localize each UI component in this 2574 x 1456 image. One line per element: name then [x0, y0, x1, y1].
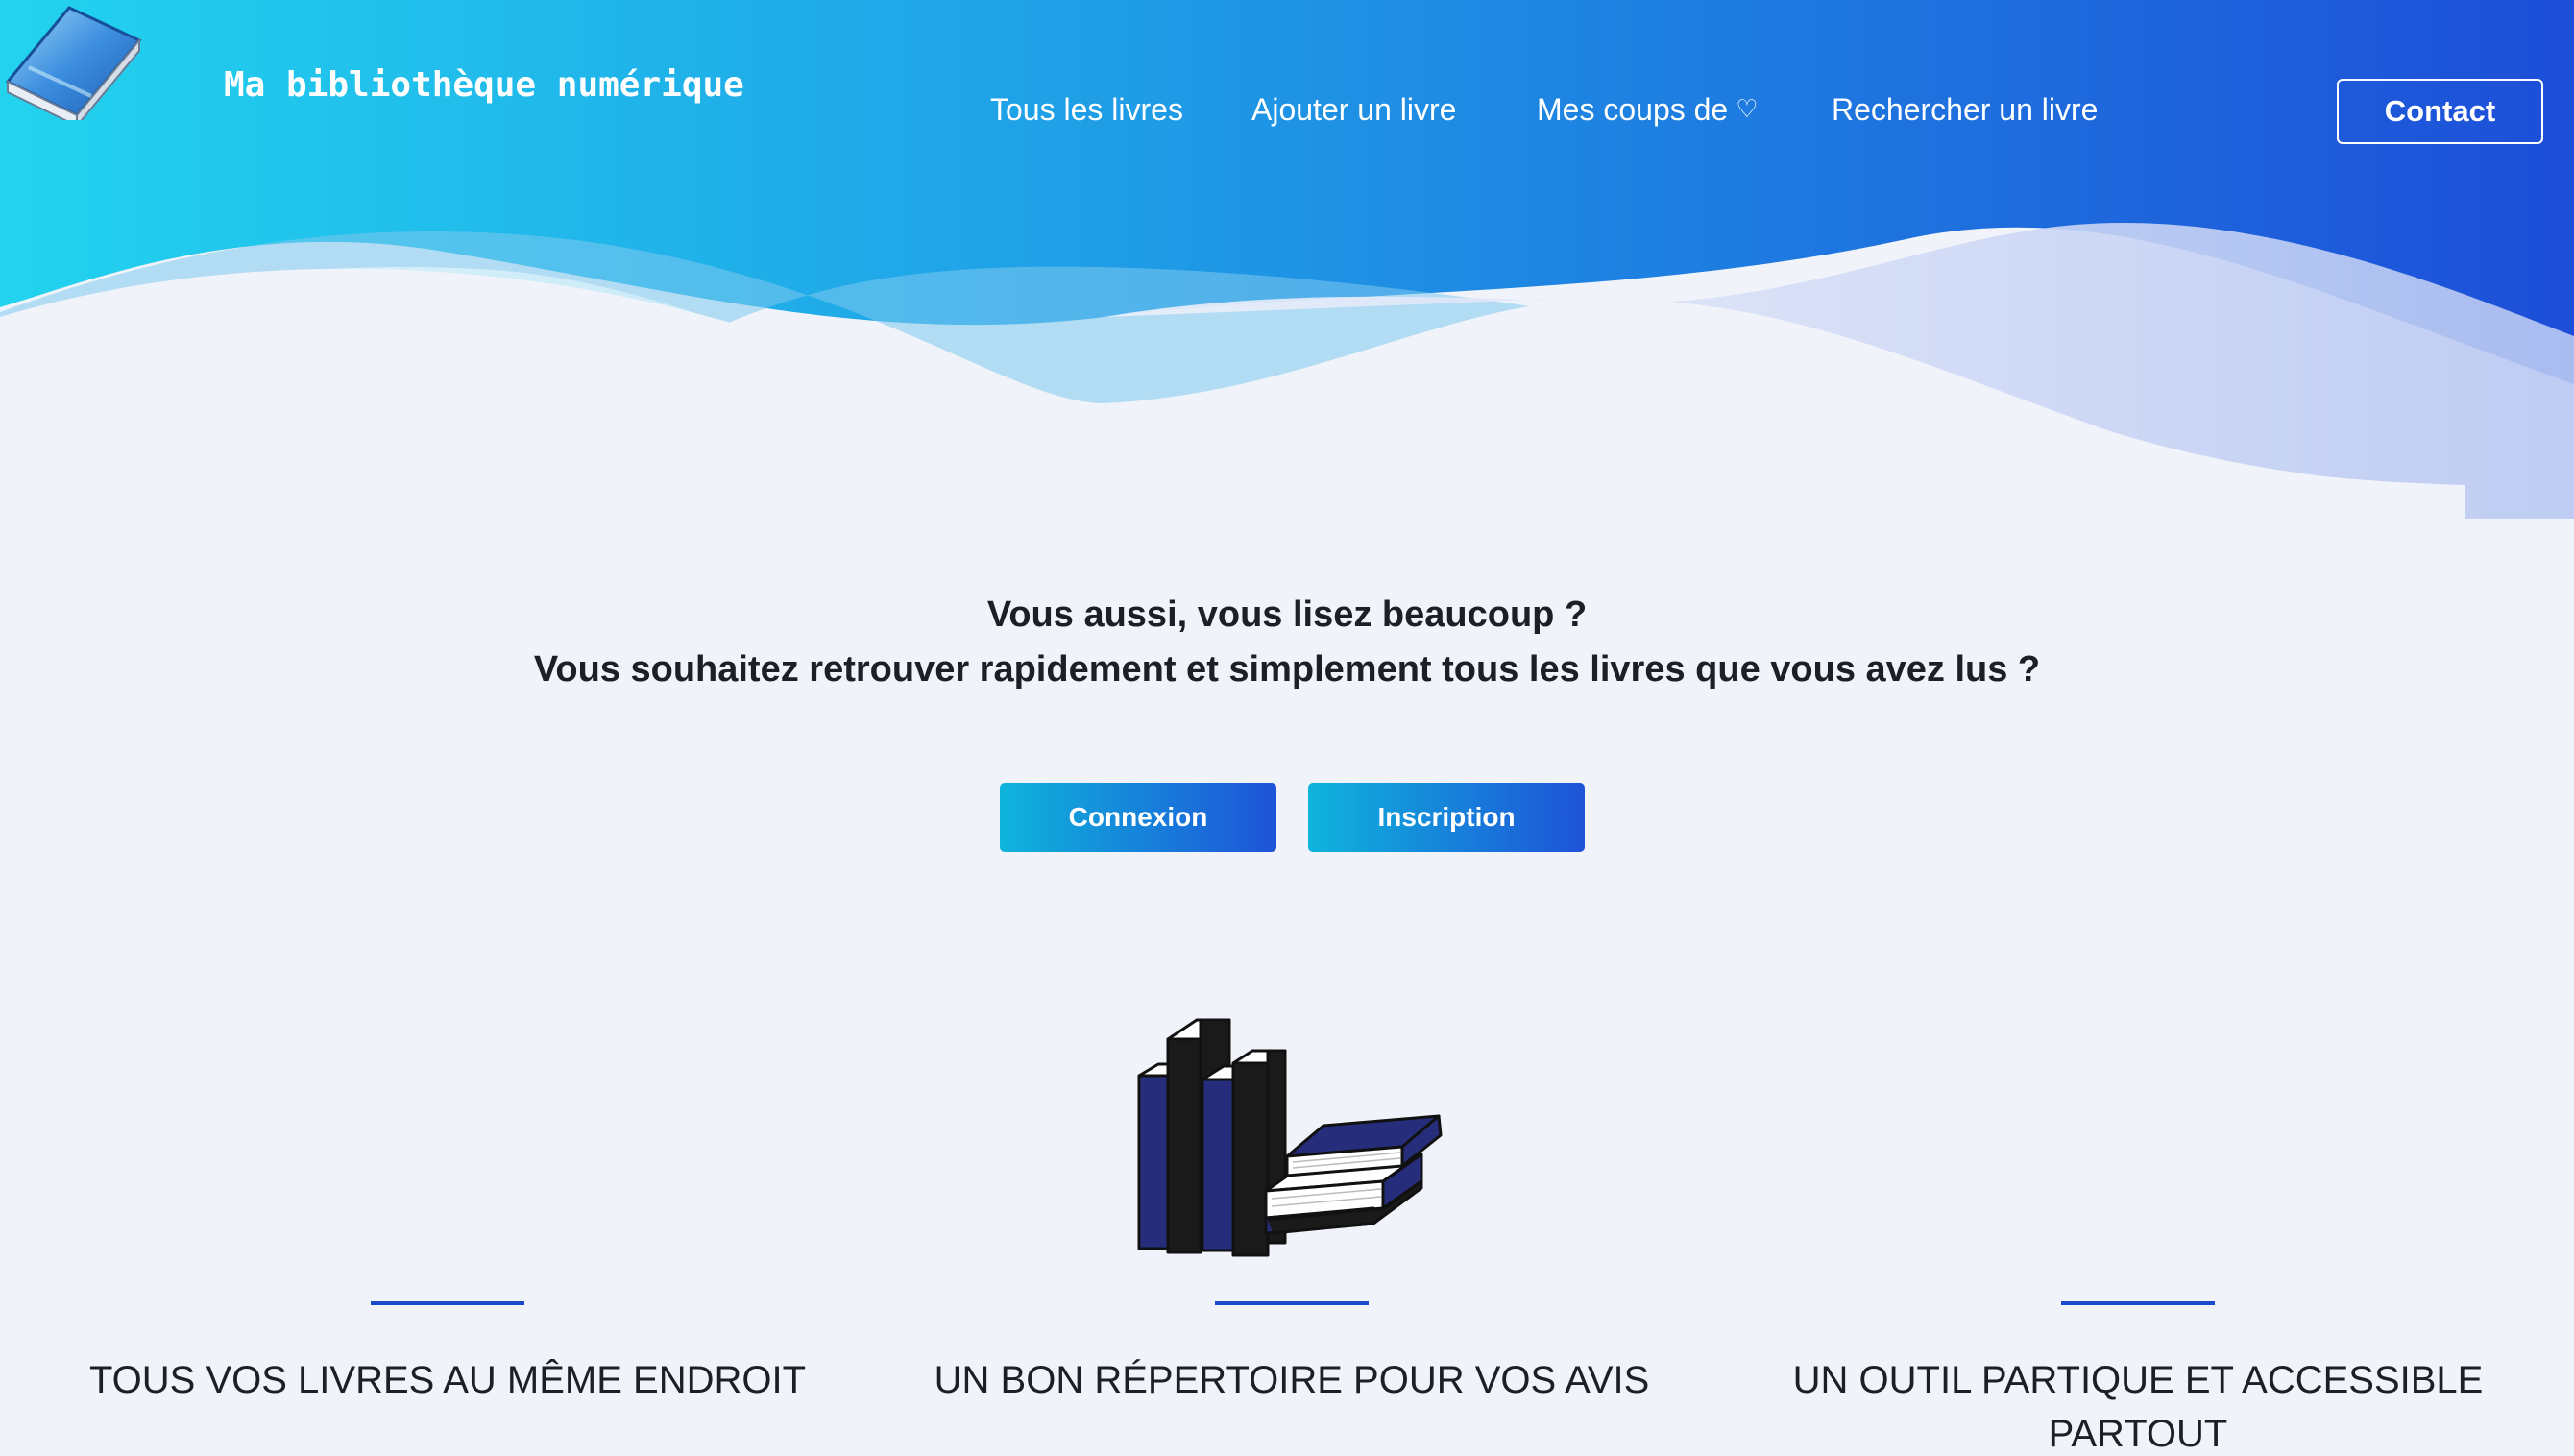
- book-logo-icon[interactable]: [0, 0, 144, 120]
- heart-icon: ♡: [1736, 94, 1759, 123]
- intro-text: Vous aussi, vous lisez beaucoup ? Vous s…: [0, 588, 2574, 697]
- brand-title[interactable]: Ma bibliothèque numérique: [224, 65, 744, 105]
- nav-link-all-books[interactable]: Tous les livres: [990, 92, 1183, 128]
- signup-button[interactable]: Inscription: [1308, 783, 1585, 852]
- nav-link-favorites[interactable]: Mes coups de ♡: [1537, 92, 1759, 128]
- feature-practical-tool: UN OUTIL PARTIQUE ET ACCESSIBLE PARTOUT: [1711, 1301, 2565, 1456]
- nav-link-favorites-label: Mes coups de: [1537, 92, 1729, 127]
- login-button[interactable]: Connexion: [1000, 783, 1276, 852]
- nav-link-search-book[interactable]: Rechercher un livre: [1832, 92, 2098, 128]
- feature-accent-bar: [1215, 1301, 1369, 1305]
- feature-accent-bar: [371, 1301, 524, 1305]
- feature-title: UN BON RÉPERTOIRE POUR VOS AVIS: [934, 1359, 1650, 1401]
- feature-title: TOUS VOS LIVRES AU MÊME ENDROIT: [88, 1359, 807, 1401]
- feature-accent-bar: [2061, 1301, 2215, 1305]
- nav-link-add-book[interactable]: Ajouter un livre: [1251, 92, 1456, 128]
- feature-title: UN OUTIL PARTIQUE ET ACCESSIBLE PARTOUT: [1792, 1359, 2484, 1455]
- intro-line-1: Vous aussi, vous lisez beaucoup ?: [986, 595, 1588, 635]
- header-hero: Ma bibliothèque numérique Tous les livre…: [0, 0, 2574, 538]
- feature-all-books: TOUS VOS LIVRES AU MÊME ENDROIT: [20, 1301, 875, 1407]
- contact-button[interactable]: Contact: [2337, 79, 2543, 144]
- feature-reviews: UN BON RÉPERTOIRE POUR VOS AVIS: [864, 1301, 1719, 1407]
- intro-line-2: Vous souhaitez retrouver rapidement et s…: [533, 649, 2041, 690]
- books-illustration-icon: [1137, 1018, 1443, 1257]
